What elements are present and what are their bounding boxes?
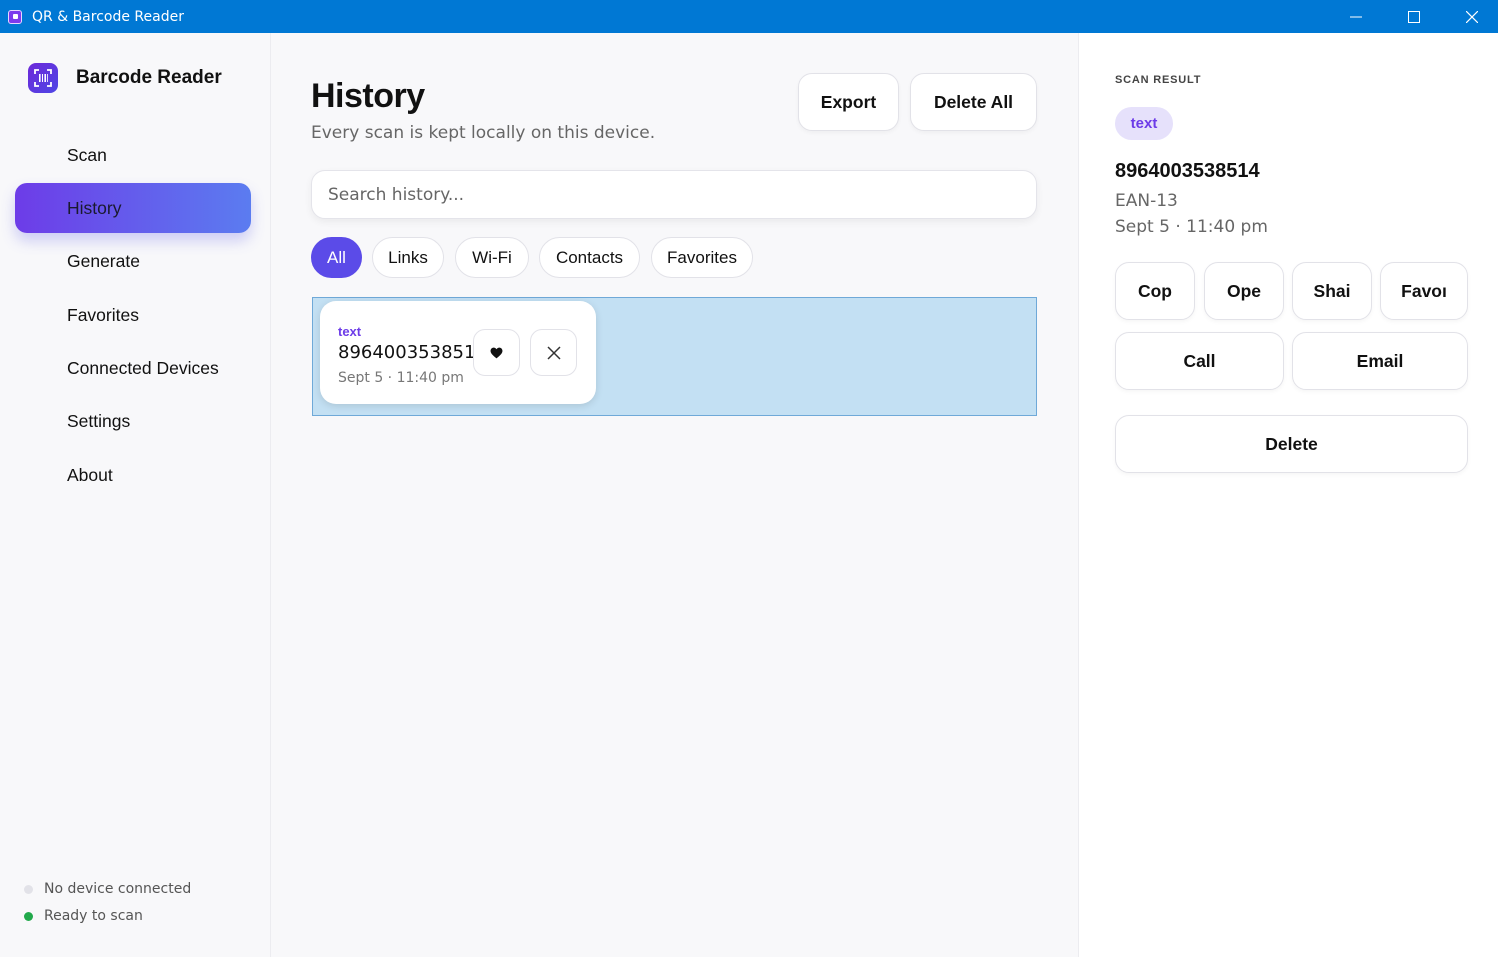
share-button[interactable]: Shai (1292, 262, 1372, 320)
history-list: text 8964003538514 Sept 5 · 11:40 pm (312, 297, 1037, 416)
favorite-toggle-button[interactable] (473, 329, 520, 376)
brand-name: Barcode Reader (76, 67, 222, 88)
filter-chip-favorites[interactable]: Favorites (651, 237, 753, 278)
filter-chip-links[interactable]: Links (372, 237, 444, 278)
result-value: 8964003538514 (1115, 160, 1260, 182)
sidebar-item-label: Connected Devices (67, 357, 219, 378)
sidebar-item-about[interactable]: About (15, 450, 251, 500)
sidebar-item-label: History (67, 197, 122, 218)
type-badge: text (1115, 107, 1173, 140)
sidebar-item-label: Generate (67, 250, 140, 271)
panel-heading: SCAN RESULT (1115, 74, 1202, 86)
sidebar-item-label: Scan (67, 144, 107, 165)
entry-value: 8964003538514 (338, 342, 487, 363)
copy-button[interactable]: Cop (1115, 262, 1195, 320)
sidebar-item-label: Favorites (67, 304, 139, 325)
close-button[interactable] (1443, 0, 1498, 33)
app-icon (8, 9, 22, 24)
open-button[interactable]: Ope (1204, 262, 1284, 320)
status-dot-icon (24, 911, 33, 921)
page-title: History (311, 77, 425, 115)
sidebar-item-history[interactable]: History (15, 183, 251, 233)
sidebar-item-scan[interactable]: Scan (15, 130, 251, 180)
entry-date: Sept 5 · 11:40 pm (338, 370, 464, 386)
heart-icon (490, 347, 503, 358)
filter-chip-all[interactable]: All (311, 237, 362, 278)
result-format: EAN-13 (1115, 191, 1178, 211)
favorite-button[interactable]: Favoı (1380, 262, 1468, 320)
window-title: QR & Barcode Reader (32, 8, 184, 25)
minimize-button[interactable] (1327, 0, 1385, 33)
result-date: Sept 5 · 11:40 pm (1115, 217, 1268, 237)
sidebar-item-label: Settings (67, 410, 131, 431)
email-button[interactable]: Email (1292, 332, 1468, 390)
scan-status-text: Ready to scan (44, 908, 143, 924)
entry-type: text (338, 324, 362, 339)
barcode-logo-icon (28, 63, 58, 93)
device-status: No device connected (24, 881, 191, 897)
maximize-icon (1408, 10, 1420, 23)
sidebar-item-favorites[interactable]: Favorites (15, 290, 251, 340)
sidebar-item-label: About (67, 464, 113, 485)
scan-result-panel: SCAN RESULT text 8964003538514 EAN-13 Se… (1078, 33, 1498, 957)
delete-all-button[interactable]: Delete All (910, 73, 1037, 131)
brand: Barcode Reader (28, 63, 222, 93)
remove-entry-button[interactable] (530, 329, 577, 376)
filter-chip-contacts[interactable]: Contacts (539, 237, 640, 278)
sidebar-item-connected-devices[interactable]: Connected Devices (15, 343, 251, 393)
maximize-button[interactable] (1385, 0, 1443, 33)
minimize-icon (1350, 16, 1362, 17)
scan-status: Ready to scan (24, 908, 143, 924)
close-icon (546, 345, 561, 360)
delete-button[interactable]: Delete (1115, 415, 1468, 473)
status-dot-icon (24, 884, 33, 894)
close-icon (1466, 10, 1478, 23)
sidebar-item-generate[interactable]: Generate (15, 236, 251, 286)
page-subtitle: Every scan is kept locally on this devic… (311, 123, 656, 143)
device-status-text: No device connected (44, 881, 192, 897)
sidebar-item-settings[interactable]: Settings (15, 396, 251, 446)
history-main: History Every scan is kept locally on th… (271, 33, 1078, 957)
call-button[interactable]: Call (1115, 332, 1284, 390)
sidebar: Barcode Reader Scan History Generate Fav… (0, 33, 271, 957)
filter-chip-wifi[interactable]: Wi-Fi (455, 237, 529, 278)
title-bar: QR & Barcode Reader (0, 0, 1498, 33)
search-input[interactable] (311, 170, 1037, 219)
history-entry-card[interactable]: text 8964003538514 Sept 5 · 11:40 pm (320, 301, 596, 404)
export-button[interactable]: Export (798, 73, 899, 131)
